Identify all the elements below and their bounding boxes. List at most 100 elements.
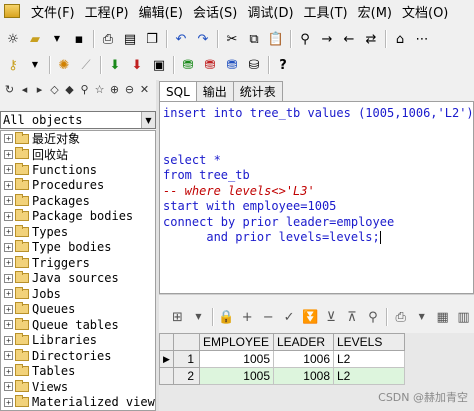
step-icon[interactable]: ⟋: [75, 54, 97, 76]
favorites-icon[interactable]: ☆: [92, 83, 107, 96]
delete-record-icon[interactable]: −: [258, 306, 279, 328]
column-header-employee[interactable]: EMPLOYEE: [199, 333, 274, 351]
more-icon[interactable]: ⋯: [411, 28, 433, 50]
expand-toggle-icon[interactable]: +: [4, 304, 13, 314]
tree-item-packages[interactable]: + Packages: [1, 193, 155, 209]
tree-item-recycle-bin[interactable]: + 回收站: [1, 147, 155, 163]
replace-icon[interactable]: ⇄: [360, 28, 382, 50]
export-icon[interactable]: ⎙: [390, 306, 411, 328]
tree-item-jobs[interactable]: + Jobs: [1, 286, 155, 302]
debug-icon[interactable]: ✺: [53, 54, 75, 76]
tree-item-recent[interactable]: + 最近对象: [1, 131, 155, 147]
column-header-levels[interactable]: LEVELS: [333, 333, 405, 351]
horizontal-splitter[interactable]: [159, 294, 474, 301]
cell-leader[interactable]: 1006: [273, 350, 334, 368]
menu-session[interactable]: 会话(S): [188, 2, 242, 21]
expand-toggle-icon[interactable]: +: [4, 397, 13, 407]
fetch-last-icon[interactable]: ⊼: [341, 306, 362, 328]
print-icon[interactable]: ⎙: [97, 28, 119, 50]
paste-icon[interactable]: 📋: [265, 28, 287, 50]
cell-employee[interactable]: 1005: [199, 350, 274, 368]
expand-icon[interactable]: ⊕: [107, 83, 122, 96]
menu-file[interactable]: 文件(F): [26, 2, 80, 21]
insert-record-icon[interactable]: +: [237, 306, 258, 328]
save-icon[interactable]: ▪: [68, 28, 90, 50]
find-next-icon[interactable]: →: [316, 28, 338, 50]
help-icon[interactable]: ?: [272, 54, 294, 76]
tree-item-materialized-views[interactable]: + Materialized view: [1, 395, 155, 411]
expand-toggle-icon[interactable]: +: [4, 165, 13, 175]
tree-item-views[interactable]: + Views: [1, 379, 155, 395]
cell-employee[interactable]: 1005: [199, 367, 274, 385]
bookmark-icon[interactable]: ⌂: [389, 28, 411, 50]
tree-item-directories[interactable]: + Directories: [1, 348, 155, 364]
expand-toggle-icon[interactable]: +: [4, 258, 13, 268]
nav-back-icon[interactable]: ◂: [17, 83, 32, 96]
menu-tools[interactable]: 工具(T): [299, 2, 353, 21]
expand-toggle-icon[interactable]: +: [4, 180, 13, 190]
expand-toggle-icon[interactable]: +: [4, 134, 13, 144]
rollback-icon[interactable]: ⬇: [126, 54, 148, 76]
undo-icon[interactable]: ↶: [170, 28, 192, 50]
chart-icon[interactable]: ▥: [453, 306, 474, 328]
tree-item-types[interactable]: + Types: [1, 224, 155, 240]
chevron-down-icon[interactable]: ▼: [141, 112, 155, 128]
new-icon[interactable]: ☼: [2, 28, 24, 50]
menu-macro[interactable]: 宏(M): [353, 2, 397, 21]
table-row[interactable]: 2 1005 1008 L2: [159, 367, 405, 385]
tab-statistics[interactable]: 统计表: [232, 81, 283, 101]
table-row[interactable]: ▶ 1 1005 1006 L2: [159, 350, 405, 368]
tab-output[interactable]: 输出: [195, 81, 234, 101]
refresh-icon[interactable]: ↻: [2, 83, 17, 96]
menu-document[interactable]: 文档(O): [397, 2, 453, 21]
expand-toggle-icon[interactable]: +: [4, 351, 13, 361]
expand-toggle-icon[interactable]: +: [4, 289, 13, 299]
filter-icon[interactable]: ◇: [47, 83, 62, 96]
tree-item-queues[interactable]: + Queues: [1, 302, 155, 318]
find-icon[interactable]: ⚲: [294, 28, 316, 50]
fetch-next-icon[interactable]: ⊻: [321, 306, 342, 328]
tree-item-triggers[interactable]: + Triggers: [1, 255, 155, 271]
plan-icon[interactable]: ⛃: [221, 54, 243, 76]
expand-toggle-icon[interactable]: +: [4, 227, 13, 237]
open-icon[interactable]: ▰: [24, 28, 46, 50]
find-prev-icon[interactable]: ←: [338, 28, 360, 50]
row-selector-header[interactable]: [159, 333, 174, 351]
key-icon[interactable]: ⚷: [2, 54, 24, 76]
close-panel-icon[interactable]: ✕: [137, 83, 152, 96]
tree-item-tables[interactable]: + Tables: [1, 364, 155, 380]
log-icon[interactable]: ▣: [148, 54, 170, 76]
cell-levels[interactable]: L2: [333, 350, 405, 368]
open-dropdown-icon[interactable]: ▼: [46, 28, 68, 50]
tree-item-libraries[interactable]: + Libraries: [1, 333, 155, 349]
lock-icon[interactable]: 🔒: [216, 306, 237, 328]
collapse-icon[interactable]: ⊖: [122, 83, 137, 96]
sql-editor[interactable]: insert into tree_tb values (1005,1006,'L…: [159, 101, 474, 294]
tree-item-queue-tables[interactable]: + Queue tables: [1, 317, 155, 333]
copy-icon[interactable]: ⧉: [243, 28, 265, 50]
expand-toggle-icon[interactable]: +: [4, 382, 13, 392]
expand-toggle-icon[interactable]: +: [4, 335, 13, 345]
tree-item-java-sources[interactable]: + Java sources: [1, 271, 155, 287]
tree-item-package-bodies[interactable]: + Package bodies: [1, 209, 155, 225]
cell-leader[interactable]: 1008: [273, 367, 334, 385]
expand-toggle-icon[interactable]: +: [4, 242, 13, 252]
expand-toggle-icon[interactable]: +: [4, 196, 13, 206]
expand-toggle-icon[interactable]: +: [4, 211, 13, 221]
row-selector[interactable]: [159, 367, 174, 385]
column-header-leader[interactable]: LEADER: [273, 333, 334, 351]
object-filter-select[interactable]: All objects ▼: [0, 111, 156, 129]
new-object-icon[interactable]: ◆: [62, 83, 77, 96]
post-changes-icon[interactable]: ✓: [279, 306, 300, 328]
commit-icon[interactable]: ⬇: [104, 54, 126, 76]
find-object-icon[interactable]: ⚲: [77, 83, 92, 96]
expand-toggle-icon[interactable]: +: [4, 273, 13, 283]
cut-icon[interactable]: ✂: [221, 28, 243, 50]
menu-project[interactable]: 工程(P): [80, 2, 134, 21]
filter-down-icon[interactable]: ⏬: [300, 306, 321, 328]
grid-view-icon[interactable]: ⊞: [167, 306, 188, 328]
expand-toggle-icon[interactable]: +: [4, 366, 13, 376]
expand-toggle-icon[interactable]: +: [4, 320, 13, 330]
tab-sql[interactable]: SQL: [159, 81, 197, 102]
key-dropdown-icon[interactable]: ▼: [24, 54, 46, 76]
